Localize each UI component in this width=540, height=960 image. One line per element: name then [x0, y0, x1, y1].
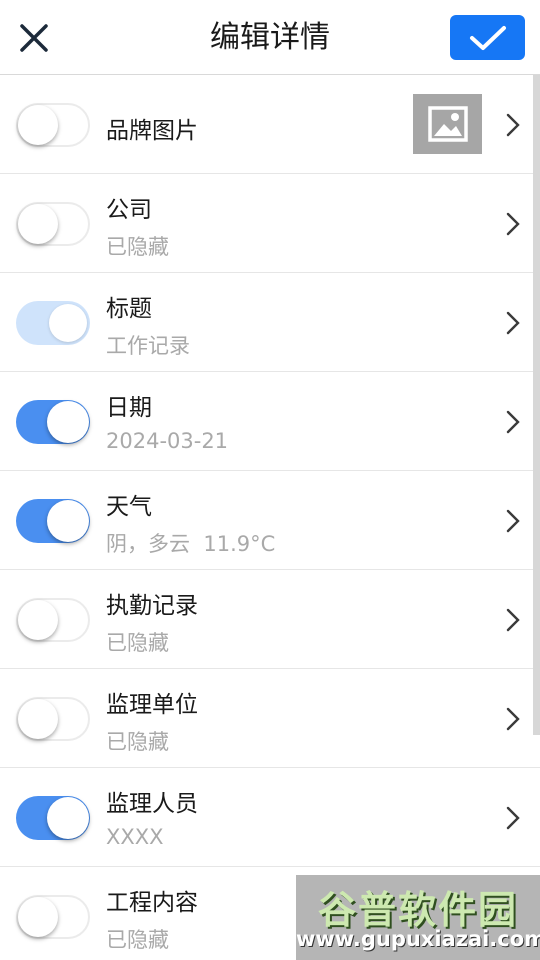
list-item-company[interactable]: 公司 已隐藏 — [0, 174, 540, 273]
row-label: 标题 — [106, 296, 152, 322]
row-value: 工作记录 — [106, 334, 190, 358]
list-item-brand-image[interactable]: 品牌图片 — [0, 75, 540, 174]
watermark-logo: 谷普软件园 www.gupuxiazai.com — [296, 875, 540, 960]
chevron-right-icon — [506, 806, 520, 830]
toggle-knob — [18, 204, 58, 244]
list-item-supervisor[interactable]: 监理人员 XXXX — [0, 768, 540, 867]
chevron-right-icon — [506, 509, 520, 533]
row-label: 监理人员 — [106, 791, 198, 817]
visibility-toggle[interactable] — [16, 895, 90, 939]
toggle-knob — [18, 600, 58, 640]
watermark-url: www.gupuxiazai.com — [296, 927, 540, 951]
toggle-knob — [18, 105, 58, 145]
visibility-toggle[interactable] — [16, 202, 90, 246]
row-value: 已隐藏 — [106, 928, 169, 952]
row-value: 阴，多云 11.9°C — [106, 532, 276, 556]
confirm-button[interactable] — [450, 15, 525, 60]
chevron-right-icon — [506, 311, 520, 335]
visibility-toggle[interactable] — [16, 400, 90, 444]
row-label: 执勤记录 — [106, 593, 198, 619]
visibility-toggle[interactable] — [16, 103, 90, 147]
watermark-title: 谷普软件园 — [317, 888, 518, 932]
chevron-right-icon — [506, 113, 520, 137]
visibility-toggle[interactable] — [16, 499, 90, 543]
toggle-knob — [18, 897, 58, 937]
toggle-knob — [49, 304, 87, 342]
row-value: 已隐藏 — [106, 631, 169, 655]
list-item-supervision-unit[interactable]: 监理单位 已隐藏 — [0, 669, 540, 768]
visibility-toggle-disabled — [16, 301, 90, 345]
row-label: 天气 — [106, 494, 152, 520]
row-value: 已隐藏 — [106, 235, 169, 259]
row-label: 日期 — [106, 395, 152, 421]
row-value: 已隐藏 — [106, 730, 169, 754]
row-value: 2024-03-21 — [106, 429, 229, 453]
brand-image-thumbnail[interactable] — [413, 94, 482, 154]
scrollbar[interactable] — [533, 75, 540, 735]
chevron-right-icon — [506, 410, 520, 434]
row-label: 品牌图片 — [106, 118, 198, 144]
row-value: XXXX — [106, 825, 164, 849]
field-list: 品牌图片 公司 已隐藏 标题 工作记录 日期 2024-03-21 天气 阴，多… — [0, 75, 540, 960]
list-item-weather[interactable]: 天气 阴，多云 11.9°C — [0, 471, 540, 570]
row-label: 公司 — [106, 197, 152, 223]
check-icon — [469, 25, 506, 50]
chevron-right-icon — [506, 212, 520, 236]
visibility-toggle[interactable] — [16, 598, 90, 642]
visibility-toggle[interactable] — [16, 796, 90, 840]
row-label: 监理单位 — [106, 692, 198, 718]
top-bar: 编辑详情 — [0, 0, 540, 75]
toggle-knob — [47, 401, 89, 443]
list-item-duty-record[interactable]: 执勤记录 已隐藏 — [0, 570, 540, 669]
chevron-right-icon — [506, 707, 520, 731]
toggle-knob — [47, 797, 89, 839]
chevron-right-icon — [506, 608, 520, 632]
toggle-knob — [18, 699, 58, 739]
toggle-knob — [47, 500, 89, 542]
list-item-title[interactable]: 标题 工作记录 — [0, 273, 540, 372]
visibility-toggle[interactable] — [16, 697, 90, 741]
image-placeholder-icon — [427, 106, 468, 142]
row-label: 工程内容 — [106, 890, 198, 916]
list-item-date[interactable]: 日期 2024-03-21 — [0, 372, 540, 471]
